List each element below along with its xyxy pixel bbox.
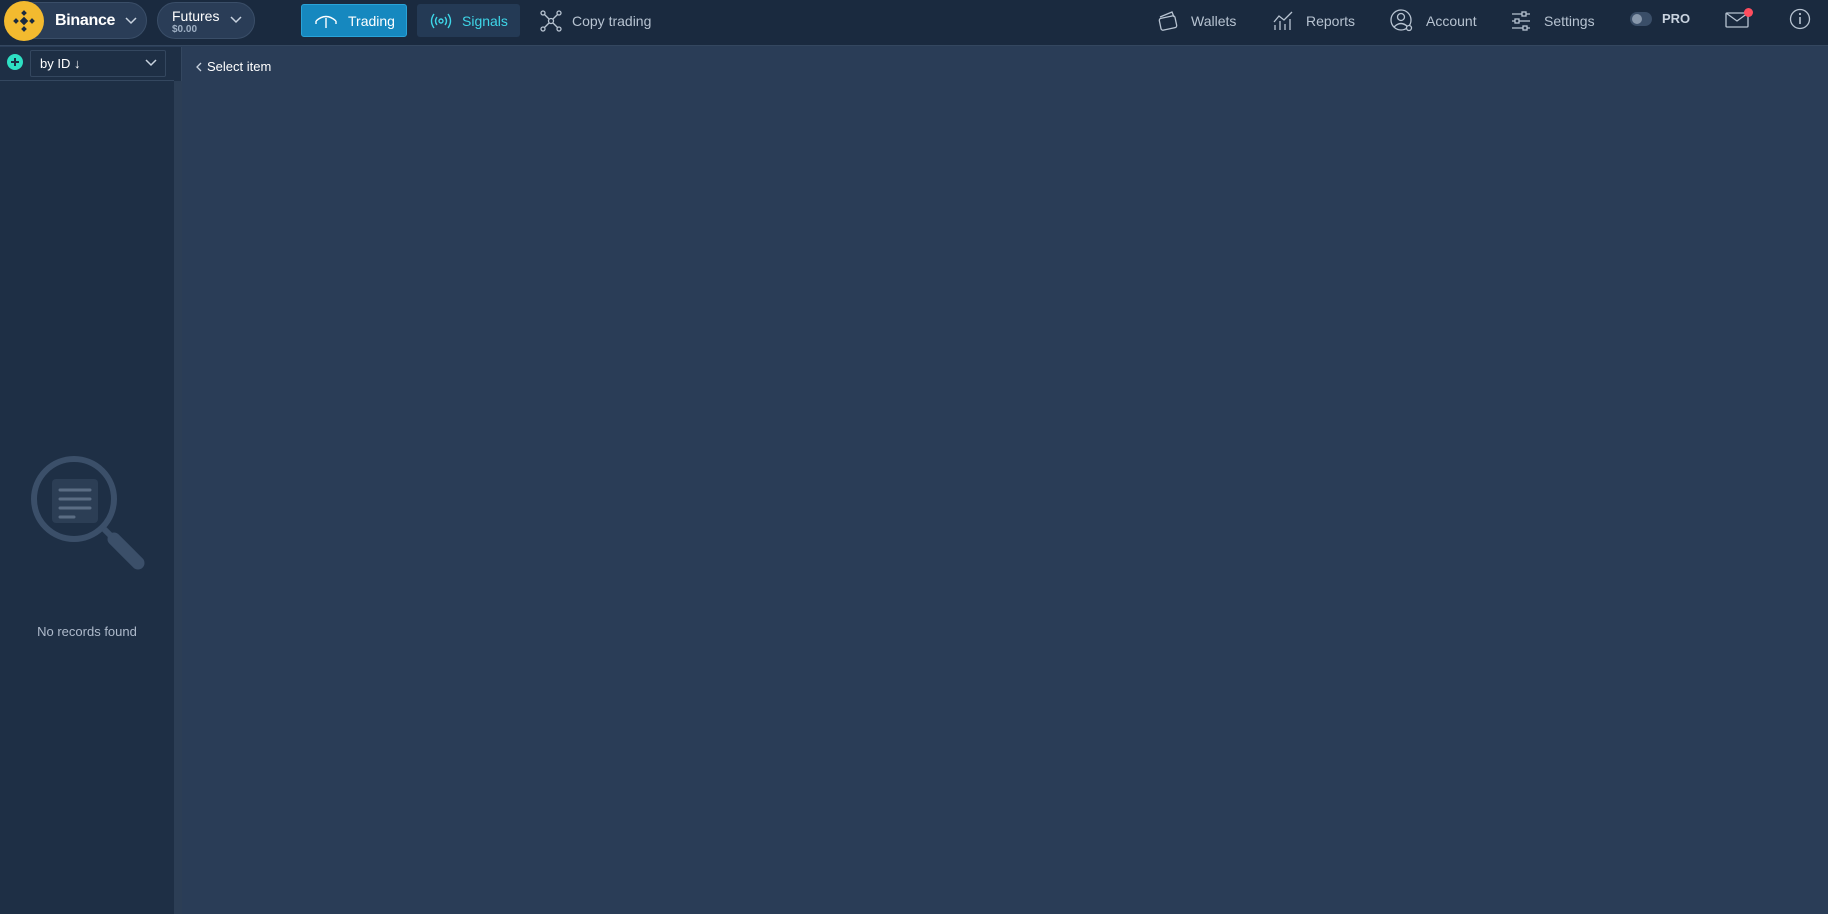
- nav-tab-trading[interactable]: Trading: [301, 4, 407, 37]
- nav-label: Account: [1426, 12, 1477, 29]
- top-bar: Binance Futures $0.00 Trading Signals Co…: [0, 0, 1828, 46]
- copy-trading-icon: [540, 9, 562, 32]
- binance-logo-icon: [4, 0, 44, 41]
- sidebar-header: by ID ↓: [0, 47, 174, 81]
- exchange-selector[interactable]: Binance: [4, 0, 147, 41]
- sidebar: by ID ↓ No records found: [0, 47, 182, 914]
- nav-tab-copy-trading[interactable]: Copy trading: [540, 4, 651, 37]
- nav-account[interactable]: Account: [1390, 4, 1477, 37]
- chevron-left-icon: [196, 62, 202, 72]
- nav-settings[interactable]: Settings: [1510, 4, 1595, 37]
- nav-tab-label: Copy trading: [572, 12, 652, 29]
- market-name: Futures: [172, 8, 220, 24]
- nav-label: Wallets: [1191, 12, 1237, 29]
- back-label: Select item: [207, 59, 272, 74]
- nav-wallets[interactable]: Wallets: [1157, 4, 1236, 37]
- pro-toggle[interactable]: [1630, 12, 1652, 26]
- account-icon: [1390, 8, 1414, 33]
- signals-icon: [430, 13, 452, 29]
- market-balance: $0.00: [172, 24, 198, 35]
- notification-badge: [1744, 8, 1753, 17]
- pro-label: PRO: [1662, 11, 1691, 26]
- sidebar-scrollbar[interactable]: [174, 81, 182, 914]
- nav-reports[interactable]: Reports: [1272, 4, 1355, 37]
- add-icon[interactable]: [7, 54, 23, 75]
- market-selector[interactable]: Futures $0.00: [157, 2, 255, 39]
- nav-label: Reports: [1306, 12, 1356, 29]
- nav-tab-label: Trading: [348, 12, 395, 29]
- info-icon[interactable]: [1789, 8, 1811, 35]
- settings-icon: [1510, 10, 1532, 32]
- empty-state-text: No records found: [37, 624, 137, 639]
- empty-search-icon: [28, 453, 148, 578]
- nav-label: Settings: [1544, 12, 1595, 29]
- sort-select-value: by ID ↓: [40, 56, 81, 71]
- wallet-icon: [1157, 10, 1179, 32]
- nav-tab-signals[interactable]: Signals: [417, 4, 520, 37]
- trading-icon: [314, 13, 338, 29]
- chevron-down-icon: [230, 16, 242, 24]
- nav-tab-label: Signals: [462, 12, 508, 29]
- chevron-down-icon: [125, 16, 137, 24]
- exchange-name: Binance: [55, 11, 116, 29]
- chevron-down-icon: [145, 59, 157, 67]
- reports-icon: [1272, 10, 1294, 32]
- sort-select[interactable]: by ID ↓: [30, 50, 166, 77]
- select-item-back-link[interactable]: Select item: [196, 59, 271, 74]
